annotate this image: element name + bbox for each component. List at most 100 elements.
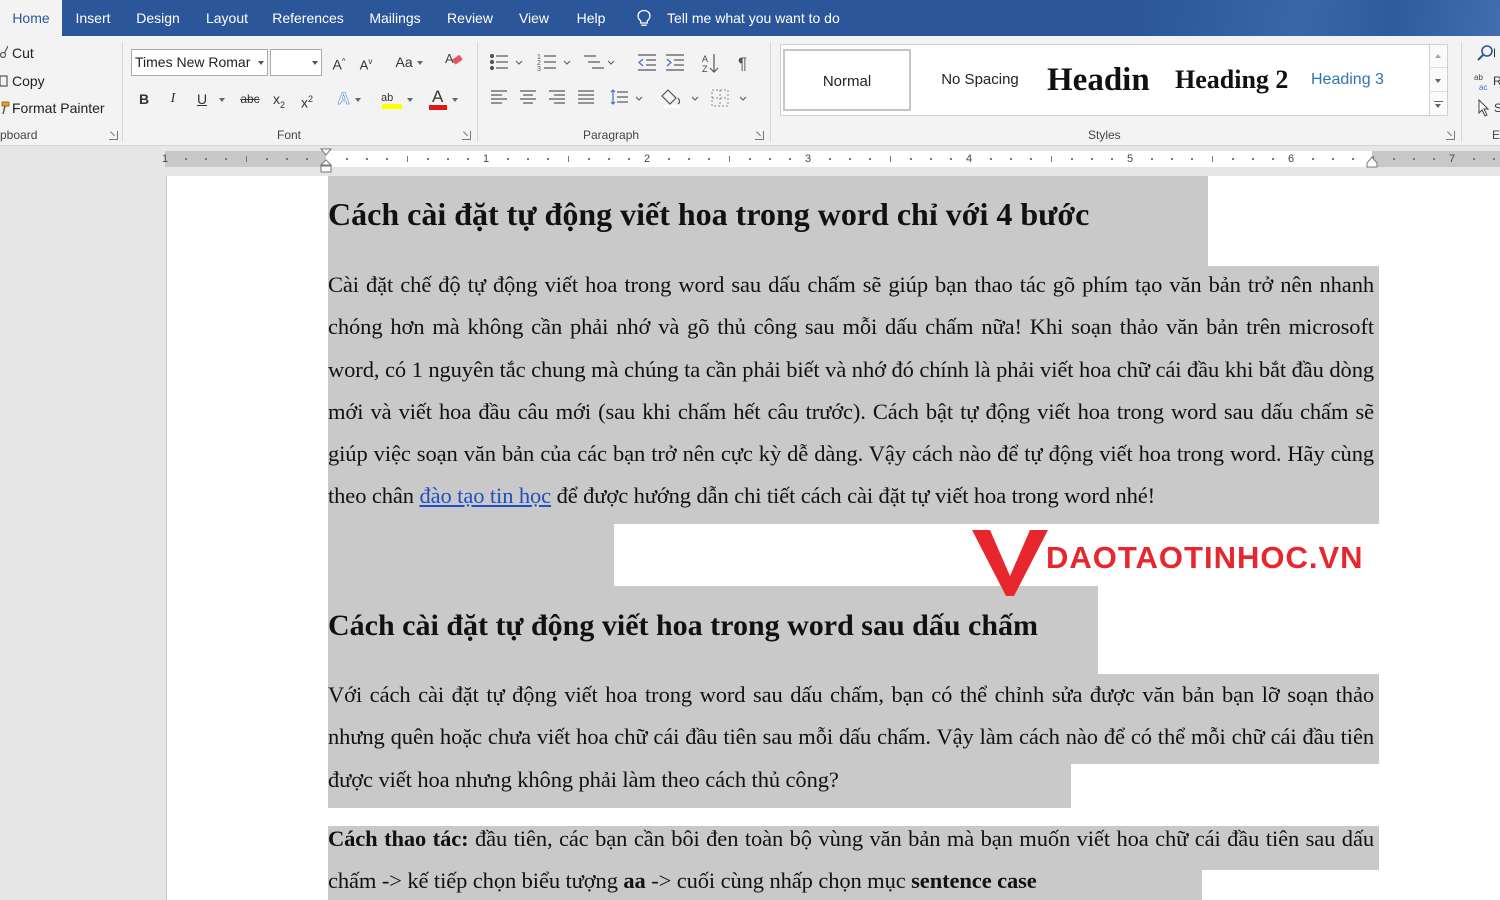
editing-group-label: E xyxy=(1492,128,1500,142)
paragraph-3-bold-aa: aa xyxy=(623,868,646,894)
tab-mailings[interactable]: Mailings xyxy=(360,0,430,36)
first-line-indent-marker[interactable] xyxy=(320,148,332,174)
replace-icon[interactable]: ab ac R xyxy=(1474,72,1500,95)
chevron-down-icon xyxy=(258,61,264,65)
cut-button[interactable]: Cut xyxy=(12,45,34,61)
select-cursor-icon[interactable]: S xyxy=(1477,98,1500,121)
format-painter-icon[interactable] xyxy=(0,101,10,118)
tab-layout[interactable]: Layout xyxy=(198,0,256,36)
align-right-icon[interactable] xyxy=(549,90,565,104)
styles-launcher-icon[interactable] xyxy=(1446,131,1455,140)
decrease-indent-icon[interactable] xyxy=(638,54,656,71)
underline-button[interactable]: U xyxy=(193,87,211,111)
shrink-font-button[interactable]: Av xyxy=(355,50,377,74)
svg-text:ac: ac xyxy=(1479,83,1487,92)
ruler-tick xyxy=(627,158,630,160)
tab-insert[interactable]: Insert xyxy=(68,0,118,36)
document-paragraph-3: Cách thao tác: đầu tiên, các bạn cần bôi… xyxy=(328,818,1374,900)
ruler-tick xyxy=(929,158,932,160)
gallery-down-button[interactable] xyxy=(1430,69,1447,92)
borders-icon[interactable] xyxy=(711,89,747,107)
multilevel-list-icon[interactable] xyxy=(584,55,615,69)
ruler-tick xyxy=(285,158,288,160)
ruler-number: 3 xyxy=(805,153,812,165)
pilcrow-icon[interactable]: ¶ xyxy=(738,54,747,73)
shading-icon[interactable] xyxy=(661,89,699,108)
highlight-color-button[interactable]: ab xyxy=(377,87,417,111)
ruler-tick xyxy=(1151,158,1154,160)
copy-button[interactable]: Copy xyxy=(12,73,45,89)
line-spacing-icon[interactable] xyxy=(610,89,643,105)
change-case-button[interactable]: Aa xyxy=(389,50,429,74)
grow-font-icon: A xyxy=(332,56,342,73)
tab-home[interactable]: Home xyxy=(0,0,62,36)
document-heading-2: Cách cài đặt tự động viết hoa trong word… xyxy=(328,609,1039,642)
tab-references[interactable]: References xyxy=(266,0,350,36)
tab-design[interactable]: Design xyxy=(128,0,188,36)
ruler-tick xyxy=(386,158,389,160)
underline-dropdown[interactable] xyxy=(216,87,228,111)
font-launcher-icon[interactable] xyxy=(462,131,471,140)
right-indent-marker[interactable] xyxy=(1366,156,1378,168)
tab-review[interactable]: Review xyxy=(440,0,500,36)
ruler-tick xyxy=(708,158,711,160)
styles-gallery-scroll xyxy=(1429,45,1447,115)
gallery-more-button[interactable] xyxy=(1430,93,1447,115)
daotaotinhoc-logo-icon xyxy=(972,530,1048,596)
bold-button[interactable]: B xyxy=(135,87,153,111)
ruler-tick xyxy=(547,158,550,160)
horizontal-ruler[interactable]: 1 1 2 3 4 5 6 7 xyxy=(162,151,1500,167)
text-effects-button[interactable]: A xyxy=(332,87,366,111)
font-name-combo[interactable]: Times New Romar xyxy=(131,49,268,76)
svg-text:A: A xyxy=(445,51,454,66)
subscript-button[interactable]: x2 xyxy=(268,87,290,111)
find-icon[interactable]: F xyxy=(1475,44,1500,65)
clipboard-launcher-icon[interactable] xyxy=(109,131,118,140)
bullets-icon[interactable] xyxy=(489,53,523,71)
paragraph-3-bold-sentence-case: sentence case xyxy=(911,868,1037,894)
italic-button[interactable]: I xyxy=(164,87,182,111)
copy-icon[interactable] xyxy=(0,74,8,91)
ruler-tick xyxy=(587,158,590,160)
daotaotinhoc-watermark: DAOTAOTINHOC.VN xyxy=(970,526,1420,600)
style-heading-3[interactable]: Heading 3 xyxy=(1311,49,1421,111)
clear-formatting-button[interactable]: A xyxy=(442,50,466,74)
scissors-icon[interactable] xyxy=(0,45,9,62)
style-normal[interactable]: Normal xyxy=(783,49,911,111)
font-size-combo[interactable] xyxy=(270,49,322,76)
ruler-number: 1 xyxy=(162,153,169,165)
format-painter-button[interactable]: Format Painter xyxy=(12,100,105,116)
document-page[interactable]: Cách cài đặt tự động viết hoa trong word… xyxy=(166,176,1500,900)
paragraph-1-text: Cài đặt chế độ tự động viết hoa trong wo… xyxy=(328,272,1374,509)
strikethrough-button[interactable]: abc xyxy=(237,87,263,111)
tab-view[interactable]: View xyxy=(510,0,558,36)
align-center-icon[interactable] xyxy=(520,90,536,104)
ruler-tick xyxy=(1211,156,1213,162)
increase-indent-icon[interactable] xyxy=(666,54,684,71)
justify-icon[interactable] xyxy=(578,90,594,104)
sort-icon[interactable]: AZ xyxy=(702,54,719,74)
paragraph-launcher-icon[interactable] xyxy=(755,131,764,140)
style-heading-1[interactable]: Headin xyxy=(1045,49,1167,111)
font-color-icon: A xyxy=(428,87,448,111)
style-heading-2[interactable]: Heading 2 xyxy=(1175,49,1293,111)
watermark-text: DAOTAOTINHOC.VN xyxy=(1046,540,1364,575)
ruler-tick xyxy=(446,158,449,160)
ruler-tick xyxy=(1090,158,1093,160)
style-no-spacing[interactable]: No Spacing xyxy=(915,49,1045,111)
dao-tao-tin-hoc-link[interactable]: đào tạo tin học xyxy=(419,483,551,508)
superscript-button[interactable]: x2 xyxy=(296,87,318,111)
numbering-icon[interactable]: 123 xyxy=(537,54,571,73)
align-left-icon[interactable] xyxy=(491,90,507,104)
ruler-tick xyxy=(1312,158,1315,160)
tab-help[interactable]: Help xyxy=(568,0,614,36)
ruler-tick xyxy=(466,158,469,160)
grow-font-button[interactable]: A^ xyxy=(328,50,350,74)
ruler-number: 2 xyxy=(644,153,651,165)
font-color-button[interactable]: A xyxy=(423,87,463,111)
svg-text:A: A xyxy=(702,54,708,64)
chevron-down-icon xyxy=(416,61,423,66)
gallery-up-button[interactable] xyxy=(1430,45,1447,68)
chevron-down-icon xyxy=(406,98,413,103)
styles-group-label: Styles xyxy=(1088,128,1121,142)
